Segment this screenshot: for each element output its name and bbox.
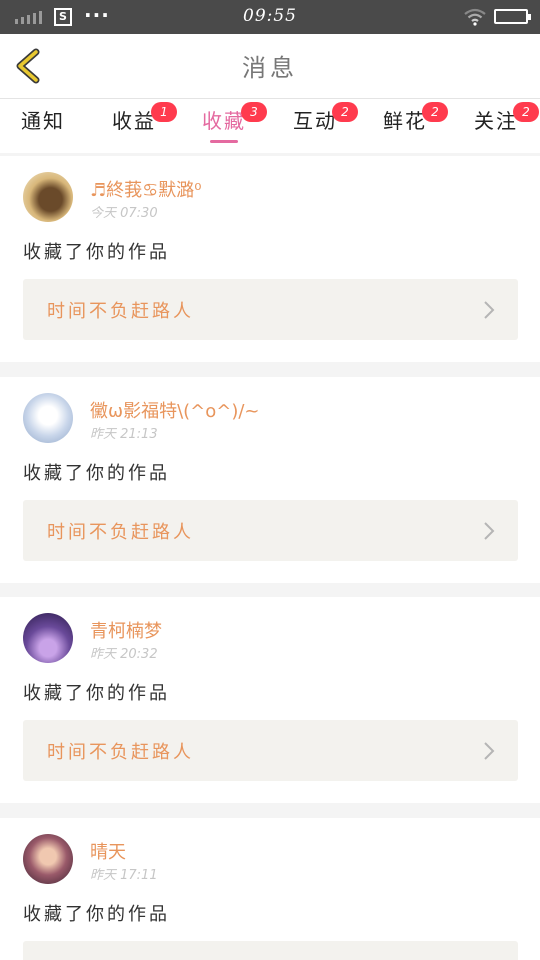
- tab-bar: 通知 收益 1 收藏 3 互动 2 鲜花 2 关注 2: [0, 98, 540, 153]
- chevron-right-icon: [484, 742, 495, 760]
- status-bar: S ··· 09:55: [0, 0, 540, 34]
- work-link[interactable]: 时间不负赶路人: [23, 279, 518, 340]
- message-time: 昨天 20:32: [90, 647, 158, 662]
- message-text: 收藏了你的作品: [23, 463, 170, 484]
- tab-flowers[interactable]: 鲜花 2: [370, 102, 448, 133]
- wifi-icon: [464, 8, 486, 26]
- work-link[interactable]: 时间不负赶路人: [23, 500, 518, 561]
- user-name[interactable]: ♬終莪♋默潞⁰: [90, 176, 202, 202]
- avatar[interactable]: [23, 834, 73, 884]
- tab-label: 通知: [21, 109, 65, 133]
- message-time: 昨天 17:11: [90, 868, 158, 883]
- user-name[interactable]: 晴天: [90, 838, 126, 864]
- work-link[interactable]: [23, 941, 518, 960]
- message-text: 收藏了你的作品: [23, 242, 170, 263]
- message-text: 收藏了你的作品: [23, 683, 170, 704]
- message-card: 青柯楠梦 昨天 20:32 收藏了你的作品 时间不负赶路人: [0, 597, 540, 803]
- chevron-right-icon: [484, 301, 495, 319]
- work-link[interactable]: 时间不负赶路人: [23, 720, 518, 781]
- tab-badge: 2: [513, 102, 539, 122]
- message-card: ♬終莪♋默潞⁰ 今天 07:30 收藏了你的作品 时间不负赶路人: [0, 156, 540, 362]
- tab-badge: 1: [151, 102, 177, 122]
- battery-icon: [494, 9, 531, 24]
- chevron-right-icon: [484, 522, 495, 540]
- message-text: 收藏了你的作品: [23, 904, 170, 925]
- tab-badge: 2: [422, 102, 448, 122]
- active-tab-indicator: [210, 140, 238, 143]
- avatar[interactable]: [23, 393, 73, 443]
- message-time: 今天 07:30: [90, 206, 158, 221]
- tab-badge: 2: [332, 102, 358, 122]
- tab-follow[interactable]: 关注 2: [461, 102, 539, 133]
- work-title: 时间不负赶路人: [47, 742, 194, 763]
- user-name[interactable]: 黴ω影福特\(^o^)/~: [90, 397, 260, 423]
- page-title: 消息: [242, 54, 298, 82]
- header: 消息: [0, 34, 540, 98]
- tab-notify[interactable]: 通知: [8, 109, 78, 133]
- user-name[interactable]: 青柯楠梦: [90, 617, 162, 643]
- message-time: 昨天 21:13: [90, 427, 158, 442]
- avatar[interactable]: [23, 172, 73, 222]
- work-title: 时间不负赶路人: [47, 522, 194, 543]
- tab-income[interactable]: 收益 1: [99, 102, 177, 133]
- message-card: 晴天 昨天 17:11 收藏了你的作品: [0, 818, 540, 960]
- avatar[interactable]: [23, 613, 73, 663]
- message-card: 黴ω影福特\(^o^)/~ 昨天 21:13 收藏了你的作品 时间不负赶路人: [0, 377, 540, 583]
- work-title: 时间不负赶路人: [47, 301, 194, 322]
- tab-badge: 3: [241, 102, 267, 122]
- status-time: 09:55: [243, 6, 297, 26]
- tab-favorites[interactable]: 收藏 3: [189, 102, 267, 143]
- tab-interact[interactable]: 互动 2: [280, 102, 358, 133]
